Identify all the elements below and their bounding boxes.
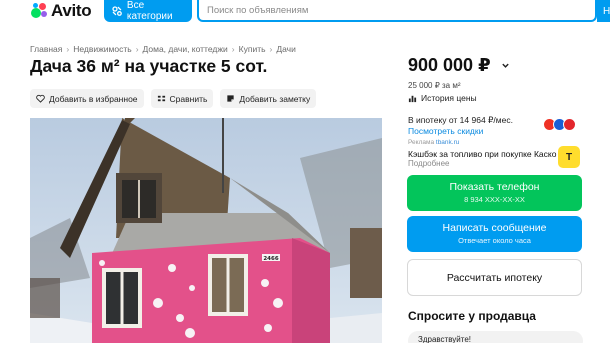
breadcrumb-item[interactable]: Недвижимость bbox=[73, 44, 131, 54]
breadcrumb-separator: › bbox=[269, 44, 273, 54]
show-phone-label: Показать телефон bbox=[449, 181, 540, 193]
write-message-label: Написать сообщение bbox=[442, 222, 547, 234]
compare-label: Сравнить bbox=[169, 93, 208, 104]
breadcrumb-item[interactable]: Дачи bbox=[276, 44, 295, 54]
ad-more-link[interactable]: Подробнее bbox=[408, 159, 450, 168]
chevron-down-icon bbox=[501, 63, 509, 68]
breadcrumb-item[interactable]: Главная bbox=[30, 44, 62, 54]
show-phone-button[interactable]: Показать телефон 8 934 XXX-XX-XX bbox=[407, 175, 582, 211]
add-note-button[interactable]: Добавить заметку bbox=[220, 89, 317, 108]
bank-logos bbox=[543, 118, 576, 131]
categories-icon bbox=[112, 6, 122, 16]
price[interactable]: 900 000 ₽ bbox=[408, 55, 510, 76]
compare-icon bbox=[157, 95, 165, 102]
price-history-link[interactable]: История цены bbox=[408, 93, 477, 103]
ad-label-text: Реклама bbox=[408, 139, 435, 146]
calculate-mortgage-button[interactable]: Рассчитать ипотеку bbox=[407, 259, 582, 296]
avito-logo[interactable]: Avito bbox=[30, 0, 92, 22]
listing-photo[interactable]: 2466 bbox=[30, 118, 382, 343]
search-input[interactable]: Поиск по объявлениям bbox=[197, 0, 597, 22]
chart-icon bbox=[408, 95, 417, 102]
ad-text[interactable]: Кэшбэк за топливо при покупке Каско bbox=[408, 149, 556, 159]
response-time-label: Отвечает около часа bbox=[458, 236, 531, 245]
breadcrumb-separator: › bbox=[231, 44, 235, 54]
house-photo-image: 2466 bbox=[30, 118, 382, 343]
price-history-label: История цены bbox=[421, 93, 477, 103]
heart-icon bbox=[36, 94, 45, 103]
tbank-logo-icon[interactable]: Т bbox=[558, 146, 580, 168]
page-title: Дача 36 м² на участке 5 сот. bbox=[30, 56, 268, 76]
find-button[interactable]: Н bbox=[597, 0, 610, 22]
breadcrumb-separator: › bbox=[66, 44, 70, 54]
breadcrumb-item[interactable]: Дома, дачи, коттеджи bbox=[143, 44, 228, 54]
add-favorite-button[interactable]: Добавить в избранное bbox=[30, 89, 144, 108]
ad-label: Реклама tbank.ru bbox=[408, 139, 459, 146]
add-favorite-label: Добавить в избранное bbox=[49, 93, 138, 104]
breadcrumb: Главная › Недвижимость › Дома, дачи, котте… bbox=[30, 44, 296, 54]
house-number-plate: 2466 bbox=[263, 256, 278, 262]
price-value: 900 000 ₽ bbox=[408, 55, 491, 75]
price-per-meter: 25 000 ₽ за м² bbox=[408, 81, 461, 90]
breadcrumb-separator: › bbox=[135, 44, 139, 54]
find-button-label: Н bbox=[603, 5, 610, 17]
breadcrumb-item[interactable]: Купить bbox=[239, 44, 266, 54]
compare-button[interactable]: Сравнить bbox=[150, 89, 214, 108]
discounts-link[interactable]: Посмотреть скидки bbox=[408, 126, 483, 136]
write-message-button[interactable]: Написать сообщение Отвечает около часа bbox=[407, 216, 582, 252]
phone-masked-number: 8 934 XXX-XX-XX bbox=[464, 195, 525, 204]
top-header: Avito Все категории Поиск по объявлениям… bbox=[0, 0, 610, 24]
ask-seller-heading: Спросите у продавца bbox=[408, 309, 536, 323]
search-placeholder: Поиск по объявлениям bbox=[207, 4, 309, 16]
ad-source[interactable]: tbank.ru bbox=[436, 139, 460, 146]
note-icon bbox=[227, 95, 235, 102]
mortgage-info: В ипотеку от 14 964 ₽/мес. bbox=[408, 115, 513, 125]
listing-actions: Добавить в избранное Сравнить Добавить з… bbox=[30, 89, 317, 108]
add-note-label: Добавить заметку bbox=[239, 93, 311, 104]
quick-question-chip[interactable]: Здравствуйте! bbox=[408, 331, 583, 343]
logo-text: Avito bbox=[51, 1, 92, 20]
all-categories-button[interactable]: Все категории bbox=[104, 0, 192, 22]
logo-dots-icon bbox=[30, 2, 48, 20]
bank-logo-icon bbox=[563, 118, 576, 131]
all-categories-label: Все категории bbox=[126, 0, 173, 22]
